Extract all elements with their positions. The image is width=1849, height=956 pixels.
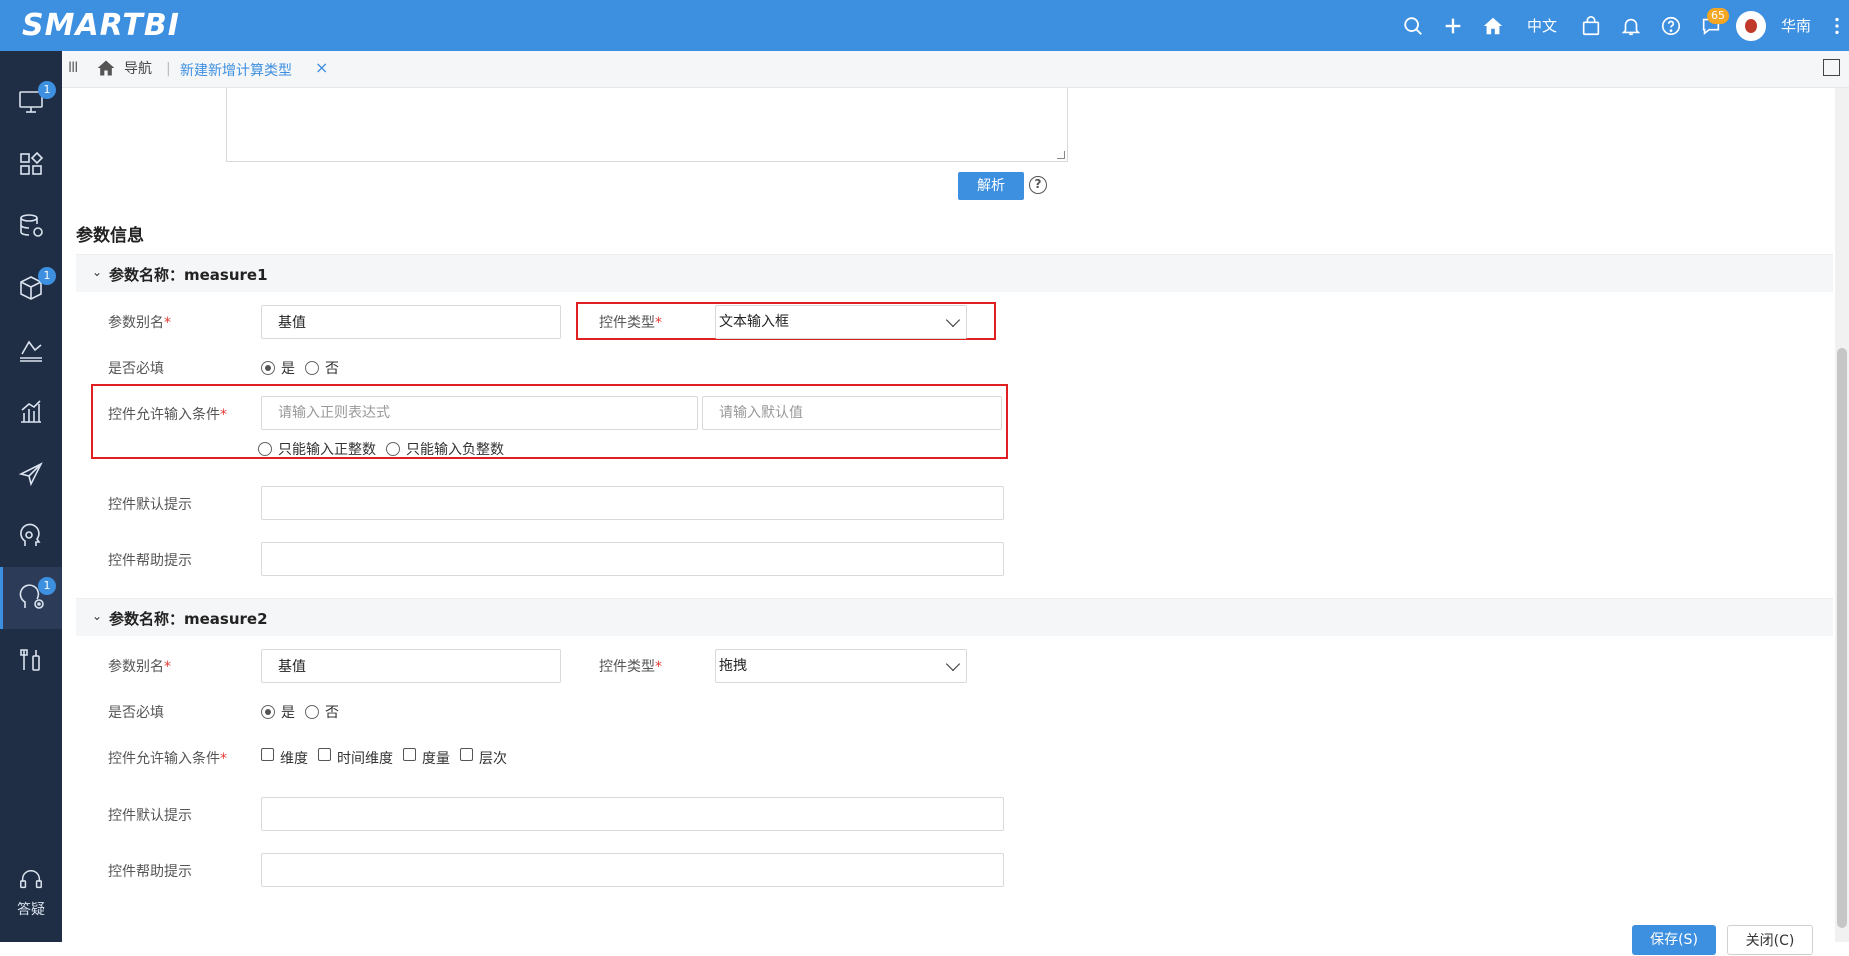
required-yes-radio-2[interactable]: 是 xyxy=(261,702,295,722)
sidebar-help[interactable]: 答疑 xyxy=(0,867,62,919)
sidebar-item-ai[interactable] xyxy=(0,505,62,567)
param-group-header-2[interactable]: ⌄ 参数名称：measure2 xyxy=(76,598,1833,636)
condition-label-1: 控件允许输入条件* xyxy=(108,407,227,423)
sidebar-item-send[interactable] xyxy=(0,443,62,505)
scrollbar-thumb[interactable] xyxy=(1837,348,1847,928)
home-icon xyxy=(97,60,115,76)
checkbox-time-dimension[interactable]: 时间维度 xyxy=(318,747,393,768)
help-hint-input-2[interactable] xyxy=(261,853,1004,887)
language-switch[interactable]: 中文 xyxy=(1513,0,1571,51)
sidebar-item-tools[interactable] xyxy=(0,629,62,691)
bag-icon[interactable] xyxy=(1571,0,1611,51)
default-hint-label-1: 控件默认提示 xyxy=(108,497,192,513)
user-name[interactable]: 华南 xyxy=(1781,15,1811,36)
default-hint-label-2: 控件默认提示 xyxy=(108,808,192,824)
parse-help-icon[interactable]: ? xyxy=(1029,176,1047,194)
negative-int-radio[interactable]: 只能输入负整数 xyxy=(386,439,504,459)
sidebar-item-analysis[interactable] xyxy=(0,319,62,381)
required-radio-group-2: 是 否 xyxy=(261,702,349,722)
headset-icon xyxy=(20,870,42,889)
tab-close-icon[interactable]: × xyxy=(315,58,328,77)
control-type-select-2[interactable]: 拖拽 xyxy=(715,649,967,683)
required-no-radio-1[interactable]: 否 xyxy=(305,358,339,378)
required-label-2: 是否必填 xyxy=(108,705,164,721)
control-type-label-2: 控件类型* xyxy=(599,659,662,675)
ai-head-icon xyxy=(20,523,41,546)
sidebar-item-database[interactable] xyxy=(0,195,62,257)
scrollbar[interactable] xyxy=(1835,88,1849,942)
search-icon[interactable] xyxy=(1393,0,1433,51)
top-icons: 中文 65 华南 xyxy=(1393,0,1849,51)
alias-label-1: 参数别名* xyxy=(108,315,171,331)
chevron-down-icon: ⌄ xyxy=(92,265,103,279)
parse-button[interactable]: 解析 xyxy=(958,172,1024,200)
analysis-icon xyxy=(20,340,42,362)
condition-label-2: 控件允许输入条件* xyxy=(108,751,227,767)
chat-icon[interactable]: 65 xyxy=(1691,0,1731,51)
logo[interactable]: SMARTBI xyxy=(22,8,180,43)
plus-icon[interactable] xyxy=(1433,0,1473,51)
section-title: 参数信息 xyxy=(76,226,144,246)
more-vertical-icon[interactable] xyxy=(1825,0,1849,51)
avatar[interactable] xyxy=(1731,0,1771,51)
home-icon[interactable] xyxy=(1473,0,1513,51)
sidebar: 1 1 1 答疑 xyxy=(0,51,62,942)
sidebar-item-ai-settings[interactable]: 1 xyxy=(0,567,62,629)
alias-label-2: 参数别名* xyxy=(108,659,171,675)
sidebar-item-bar-chart[interactable] xyxy=(0,381,62,443)
alias-input-1[interactable] xyxy=(261,305,561,339)
chevron-down-icon xyxy=(945,312,961,328)
sidebar-item-monitor[interactable]: 1 xyxy=(0,71,62,133)
help-hint-label-1: 控件帮助提示 xyxy=(108,553,192,569)
tab-menu-toggle[interactable]: III xyxy=(68,60,78,76)
expression-textarea[interactable] xyxy=(226,88,1068,162)
int-restriction-radio-group: 只能输入正整数 只能输入负整数 xyxy=(258,439,514,459)
database-gear-icon xyxy=(20,214,43,237)
bar-chart-icon xyxy=(21,400,41,423)
default-value-input[interactable] xyxy=(702,396,1002,430)
chevron-down-icon xyxy=(945,656,961,672)
required-radio-group-1: 是 否 xyxy=(261,358,349,378)
default-hint-input-1[interactable] xyxy=(261,486,1004,520)
control-type-label-1: 控件类型* xyxy=(599,315,662,331)
maximize-icon[interactable] xyxy=(1823,59,1840,76)
chevron-down-icon: ⌄ xyxy=(92,609,103,623)
param-group-header-1[interactable]: ⌄ 参数名称：measure1 xyxy=(76,254,1833,292)
tab-separator: | xyxy=(166,61,171,77)
sidebar-item-widgets[interactable] xyxy=(0,133,62,195)
regex-input[interactable] xyxy=(261,396,698,430)
save-button[interactable]: 保存(S) xyxy=(1632,925,1716,955)
resize-handle-icon[interactable] xyxy=(1057,151,1065,159)
help-icon[interactable] xyxy=(1651,0,1691,51)
help-hint-input-1[interactable] xyxy=(261,542,1004,576)
checkbox-dimension[interactable]: 维度 xyxy=(261,747,308,768)
condition-checkbox-group: 维度 时间维度 度量 层次 xyxy=(261,747,517,768)
tab-home[interactable]: 导航 xyxy=(96,58,152,78)
required-yes-radio-1[interactable]: 是 xyxy=(261,358,295,378)
tab-active[interactable]: 新建新增计算类型 xyxy=(180,60,292,80)
tab-bar: III 导航 | 新建新增计算类型 × xyxy=(62,51,1849,88)
sidebar-item-cube[interactable]: 1 xyxy=(0,257,62,319)
checkbox-hierarchy[interactable]: 层次 xyxy=(460,747,507,768)
checkbox-measure[interactable]: 度量 xyxy=(403,747,450,768)
close-button[interactable]: 关闭(C) xyxy=(1727,925,1813,955)
main-content: 解析 ? 参数信息 ⌄ 参数名称：measure1 参数别名* 控件类型* 文本… xyxy=(62,88,1849,955)
top-bar: SMARTBI 中文 65 华南 xyxy=(0,0,1849,51)
chat-badge: 65 xyxy=(1706,8,1729,24)
help-hint-label-2: 控件帮助提示 xyxy=(108,864,192,880)
required-no-radio-2[interactable]: 否 xyxy=(305,702,339,722)
positive-int-radio[interactable]: 只能输入正整数 xyxy=(258,439,376,459)
default-hint-input-2[interactable] xyxy=(261,797,1004,831)
send-icon xyxy=(18,462,43,487)
widgets-icon xyxy=(20,151,44,175)
control-type-select-1[interactable]: 文本输入框 xyxy=(715,305,967,339)
tools-icon xyxy=(20,649,40,671)
alias-input-2[interactable] xyxy=(261,649,561,683)
required-label-1: 是否必填 xyxy=(108,361,164,377)
bell-icon[interactable] xyxy=(1611,0,1651,51)
